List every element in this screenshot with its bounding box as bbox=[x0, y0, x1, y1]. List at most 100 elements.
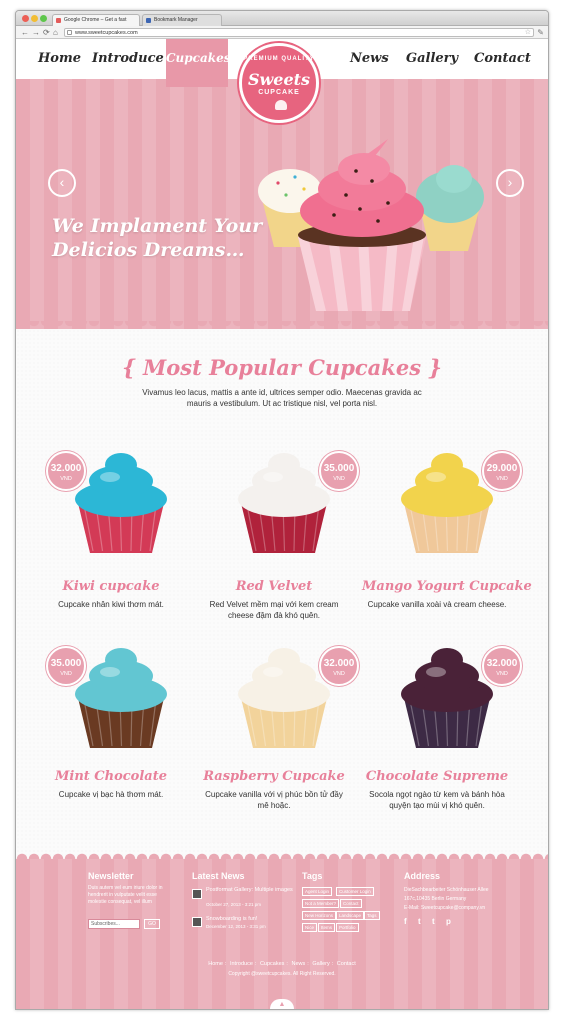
product-description: Cupcake nhân kiwi thơm mát. bbox=[58, 600, 164, 609]
tag-chip[interactable]: New Horizons bbox=[302, 911, 337, 920]
tag-chip[interactable]: Items bbox=[318, 923, 336, 932]
newsletter-email-input[interactable]: Subscribes... bbox=[88, 919, 140, 929]
price-badge: 32.000 VND bbox=[46, 451, 86, 491]
browser-toolbar: ← → ⟳ ⌂ www.sweetcupcakes.com ☆ ✎ bbox=[16, 26, 548, 39]
price-badge: 35.000 VND bbox=[46, 646, 86, 686]
product-name[interactable]: Chocolate Supreme bbox=[362, 769, 512, 784]
hero-headline-line-2: Delicios Dreams… bbox=[52, 239, 245, 261]
tag-chip[interactable]: Not a Member? bbox=[302, 899, 340, 908]
news-thumbnail[interactable] bbox=[192, 889, 202, 899]
latest-news-title: Latest News bbox=[192, 871, 245, 881]
product-card[interactable]: 29.000 VND Mango Yogurt Cupcake Cupcake van… bbox=[362, 441, 532, 641]
forward-arrow-icon[interactable]: → bbox=[32, 28, 40, 37]
address-title: Address bbox=[404, 871, 441, 881]
home-icon[interactable]: ⌂ bbox=[53, 28, 58, 37]
product-card[interactable]: 35.000 VND Red Velvet Red Velvet mềm mại vớ… bbox=[199, 441, 359, 641]
product-card[interactable]: 35.000 VND Mint Chocolate Cupcake vị bạc hà… bbox=[36, 636, 186, 836]
nav-contact[interactable]: Contact bbox=[474, 51, 531, 66]
reload-icon[interactable]: ⟳ bbox=[43, 28, 50, 37]
footer-link-gallery[interactable]: Gallery bbox=[312, 961, 329, 967]
footer-link-news[interactable]: News bbox=[291, 961, 305, 967]
back-to-top-icon[interactable]: ▲ bbox=[270, 999, 294, 1009]
site-footer: Newsletter Duis autem vel eum iriure dol… bbox=[16, 851, 548, 1009]
nav-introduce[interactable]: Introduce bbox=[92, 51, 164, 66]
close-window-icon[interactable] bbox=[22, 15, 29, 22]
price-value: 32.000 bbox=[323, 658, 355, 669]
product-name[interactable]: Raspberry Cupcake bbox=[199, 769, 349, 784]
chrome-favicon-icon bbox=[56, 18, 61, 23]
product-name[interactable]: Kiwi cupcake bbox=[36, 579, 186, 594]
footer-link-contact[interactable]: Contact bbox=[337, 961, 356, 967]
product-name[interactable]: Mango Yogurt Cupcake bbox=[362, 579, 532, 594]
price-currency: VND bbox=[60, 476, 72, 482]
product-card[interactable]: 32.000 VND Kiwi cupcake Cupcake nhân kiwi t… bbox=[36, 441, 186, 641]
price-value: 35.000 bbox=[323, 463, 355, 474]
product-description: Cupcake vanilla với vị phúc bồn tử đầy m… bbox=[205, 790, 343, 810]
tag-chip[interactable]: Customer Login bbox=[336, 887, 374, 896]
product-card[interactable]: 32.000 VND Chocolate Supreme Socola ngọt ng… bbox=[362, 636, 522, 836]
bookmark-favicon-icon bbox=[146, 18, 151, 23]
nav-cupcakes[interactable]: Cupcakes bbox=[166, 39, 230, 87]
twitter-icon[interactable]: t bbox=[418, 917, 421, 926]
footer-link-home[interactable]: Home bbox=[208, 961, 223, 967]
wrench-menu-icon[interactable]: ✎ bbox=[537, 28, 544, 37]
nav-gallery[interactable]: Gallery bbox=[406, 51, 458, 66]
address-url: www.sweetcupcakes.com bbox=[75, 30, 138, 36]
product-name[interactable]: Mint Chocolate bbox=[36, 769, 186, 784]
price-value: 35.000 bbox=[50, 658, 82, 669]
bookmark-star-icon[interactable]: ☆ bbox=[525, 29, 531, 37]
minimize-window-icon[interactable] bbox=[31, 15, 38, 22]
nav-home[interactable]: Home bbox=[38, 51, 81, 66]
news-item-title[interactable]: Snowboarding is fun! bbox=[206, 916, 296, 923]
tag-chip[interactable]: Agent Login bbox=[302, 887, 333, 896]
site-logo[interactable]: PREMIUM QUALITY Sweets CUPCAKE bbox=[239, 43, 319, 123]
price-value: 32.000 bbox=[50, 463, 82, 474]
newsletter-title: Newsletter bbox=[88, 871, 134, 881]
footer-link-cupcakes[interactable]: Cupcakes bbox=[260, 961, 284, 967]
nav-news[interactable]: News bbox=[350, 51, 389, 66]
price-currency: VND bbox=[60, 671, 72, 677]
logo-tagline: PREMIUM QUALITY bbox=[243, 56, 315, 62]
logo-title: Sweets bbox=[247, 70, 311, 89]
address-bar[interactable]: www.sweetcupcakes.com ☆ bbox=[64, 28, 534, 37]
footer-menu: Home: Introduce: Cupcakes: News: Gallery… bbox=[208, 961, 356, 967]
section-title: { Most Popular Cupcakes } bbox=[122, 355, 442, 380]
back-arrow-icon[interactable]: ← bbox=[21, 28, 29, 37]
price-badge: 35.000 VND bbox=[319, 451, 359, 491]
news-thumbnail[interactable] bbox=[192, 917, 202, 927]
tag-chip[interactable]: Contact bbox=[340, 899, 362, 908]
browser-window: Google Chrome – Get a fast Bookmark Mana… bbox=[15, 10, 549, 1010]
copyright: Copyright @sweetcupcakes. All Right Rese… bbox=[228, 971, 336, 977]
tag-chip[interactable]: Tags bbox=[364, 911, 380, 920]
browser-tab-chrome[interactable]: Google Chrome – Get a fast bbox=[52, 14, 140, 26]
newsletter-text: Duis autem vel eum iriure dolor in hendr… bbox=[88, 885, 163, 905]
product-description: Cupcake vị bạc hà thơm mát. bbox=[58, 790, 164, 799]
browser-tab-bookmarks[interactable]: Bookmark Manager bbox=[142, 14, 222, 26]
news-item-title[interactable]: Postformat Gallery: Multiple images bbox=[206, 887, 296, 894]
price-currency: VND bbox=[496, 476, 508, 482]
product-description: Red Velvet mềm mại với kem cream cheese … bbox=[209, 600, 339, 620]
browser-tab-bar: Google Chrome – Get a fast Bookmark Mana… bbox=[16, 11, 548, 26]
pinterest-icon[interactable]: p bbox=[446, 917, 451, 926]
footer-link-introduce[interactable]: Introduce bbox=[230, 961, 253, 967]
facebook-icon[interactable]: f bbox=[404, 917, 407, 926]
scallop-divider bbox=[16, 321, 548, 329]
address-line: 167c,10435 Berlin Germany bbox=[404, 896, 467, 902]
product-name[interactable]: Red Velvet bbox=[199, 579, 349, 594]
page: Google Chrome – Get a fast Bookmark Mana… bbox=[0, 0, 564, 1036]
tags-title: Tags bbox=[302, 871, 323, 881]
newsletter-go-button[interactable]: GO bbox=[144, 919, 160, 929]
browser-tab-label: Google Chrome – Get a fast bbox=[64, 17, 127, 23]
tag-chip[interactable]: Portfolio bbox=[336, 923, 359, 932]
price-badge: 29.000 VND bbox=[482, 451, 522, 491]
product-card[interactable]: 32.000 VND Raspberry Cupcake Cupcake vanill… bbox=[199, 636, 359, 836]
tag-chip[interactable]: Landscape bbox=[336, 911, 365, 920]
hero-headline-line-1: We Implament Your bbox=[52, 215, 263, 237]
tumblr-icon[interactable]: t bbox=[432, 917, 435, 926]
hero-next-arrow[interactable]: › bbox=[496, 169, 524, 197]
price-value: 29.000 bbox=[486, 463, 518, 474]
maximize-window-icon[interactable] bbox=[40, 15, 47, 22]
price-badge: 32.000 VND bbox=[319, 646, 359, 686]
tag-chip[interactable]: Nice bbox=[302, 923, 318, 932]
hero-prev-arrow[interactable]: ‹ bbox=[48, 169, 76, 197]
